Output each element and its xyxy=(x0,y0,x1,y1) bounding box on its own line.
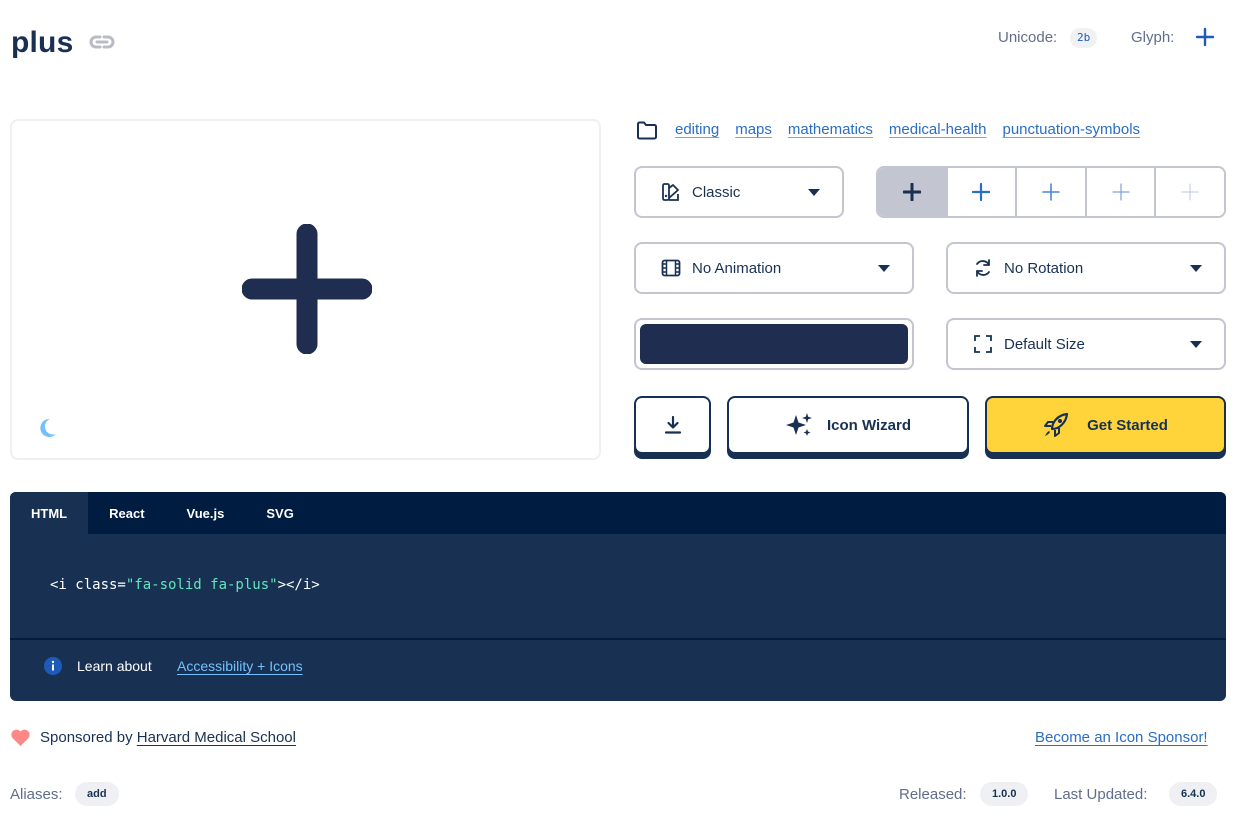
updated-version-badge: 6.4.0 xyxy=(1169,782,1218,806)
film-icon xyxy=(661,259,681,277)
folder-icon xyxy=(637,121,657,140)
rotate-icon xyxy=(976,259,990,277)
alias-badge: add xyxy=(75,782,119,806)
download-button[interactable] xyxy=(634,396,711,454)
category-link[interactable]: punctuation-symbols xyxy=(1002,121,1140,138)
chevron-down-icon xyxy=(1190,265,1202,272)
glyph-label: Glyph: xyxy=(1131,29,1175,46)
accessibility-link[interactable]: Accessibility + Icons xyxy=(177,658,303,674)
tab-vue[interactable]: Vue.js xyxy=(166,492,246,534)
tab-react[interactable]: React xyxy=(88,492,165,534)
category-link[interactable]: medical-health xyxy=(889,121,987,138)
icon-wizard-label: Icon Wizard xyxy=(826,416,912,434)
page-title: plus xyxy=(11,26,74,59)
code-close: ></i> xyxy=(277,577,320,593)
code-snippet[interactable]: <i class="fa-solid fa-plus"></i> xyxy=(50,577,320,593)
rotation-select[interactable]: No Rotation xyxy=(946,242,1226,294)
size-select[interactable]: Default Size xyxy=(946,318,1226,370)
code-tabs: HTML React Vue.js SVG xyxy=(10,492,1226,534)
plus-duotone-icon xyxy=(1181,183,1199,201)
divider xyxy=(10,638,1226,640)
chevron-down-icon xyxy=(808,189,820,196)
tab-svg[interactable]: SVG xyxy=(245,492,314,534)
weight-solid-button[interactable] xyxy=(878,168,948,216)
preview-plus-icon xyxy=(242,224,372,354)
sponsor-prefix: Sponsored by xyxy=(40,729,133,746)
info-icon xyxy=(44,657,62,675)
glyph-plus-icon[interactable] xyxy=(1194,26,1216,48)
chevron-down-icon xyxy=(878,265,890,272)
code-string: "fa-solid fa-plus" xyxy=(125,577,278,593)
weight-thin-button[interactable] xyxy=(1086,168,1157,216)
weight-duotone-button[interactable] xyxy=(1156,168,1224,216)
plus-regular-icon xyxy=(972,183,991,201)
style-select[interactable]: Classic xyxy=(634,166,844,218)
aliases-label: Aliases: xyxy=(10,786,63,803)
style-label: Classic xyxy=(692,184,741,201)
chevron-down-icon xyxy=(1190,341,1202,348)
get-started-label: Get Started xyxy=(1087,416,1168,434)
sponsor-link[interactable]: Harvard Medical School xyxy=(137,729,296,746)
sparkles-icon xyxy=(785,413,812,436)
link-icon[interactable] xyxy=(88,31,116,53)
learn-about-text: Learn about xyxy=(77,658,152,674)
plus-light-icon xyxy=(1042,183,1060,201)
unicode-value[interactable]: 2b xyxy=(1070,28,1098,48)
weight-regular-button[interactable] xyxy=(947,168,1018,216)
size-label: Default Size xyxy=(1004,336,1085,353)
plus-thin-icon xyxy=(1111,183,1130,201)
category-list: editing maps mathematics medical-health … xyxy=(675,121,1140,138)
animation-label: No Animation xyxy=(692,260,782,277)
weight-light-button[interactable] xyxy=(1017,168,1087,216)
weight-selector xyxy=(876,166,1226,218)
animation-select[interactable]: No Animation xyxy=(634,242,914,294)
color-swatch xyxy=(640,324,908,364)
download-icon xyxy=(664,415,681,434)
sponsor-text: Sponsored by Harvard Medical School xyxy=(40,729,296,746)
palette-icon xyxy=(662,183,679,201)
category-link[interactable]: mathematics xyxy=(788,121,873,138)
last-updated-label: Last Updated: xyxy=(1054,786,1148,803)
unicode-label: Unicode: xyxy=(998,29,1058,46)
moon-icon[interactable] xyxy=(36,417,58,439)
get-started-button[interactable]: Get Started xyxy=(985,396,1226,454)
tab-html[interactable]: HTML xyxy=(10,492,89,534)
code-snippet-panel: HTML React Vue.js SVG <i class="fa-solid… xyxy=(10,492,1226,701)
code-open: <i class= xyxy=(50,577,126,593)
become-sponsor-link[interactable]: Become an Icon Sponsor! xyxy=(1035,729,1208,746)
color-picker[interactable] xyxy=(634,318,914,370)
rocket-icon xyxy=(1044,412,1069,437)
heart-icon xyxy=(11,729,30,746)
released-label: Released: xyxy=(899,786,967,803)
expand-icon xyxy=(974,335,992,353)
plus-solid-icon xyxy=(902,183,921,201)
icon-wizard-button[interactable]: Icon Wizard xyxy=(727,396,969,454)
category-link[interactable]: maps xyxy=(735,121,772,138)
category-link[interactable]: editing xyxy=(675,121,719,138)
released-version-badge: 1.0.0 xyxy=(980,782,1029,806)
rotation-label: No Rotation xyxy=(1004,260,1084,277)
